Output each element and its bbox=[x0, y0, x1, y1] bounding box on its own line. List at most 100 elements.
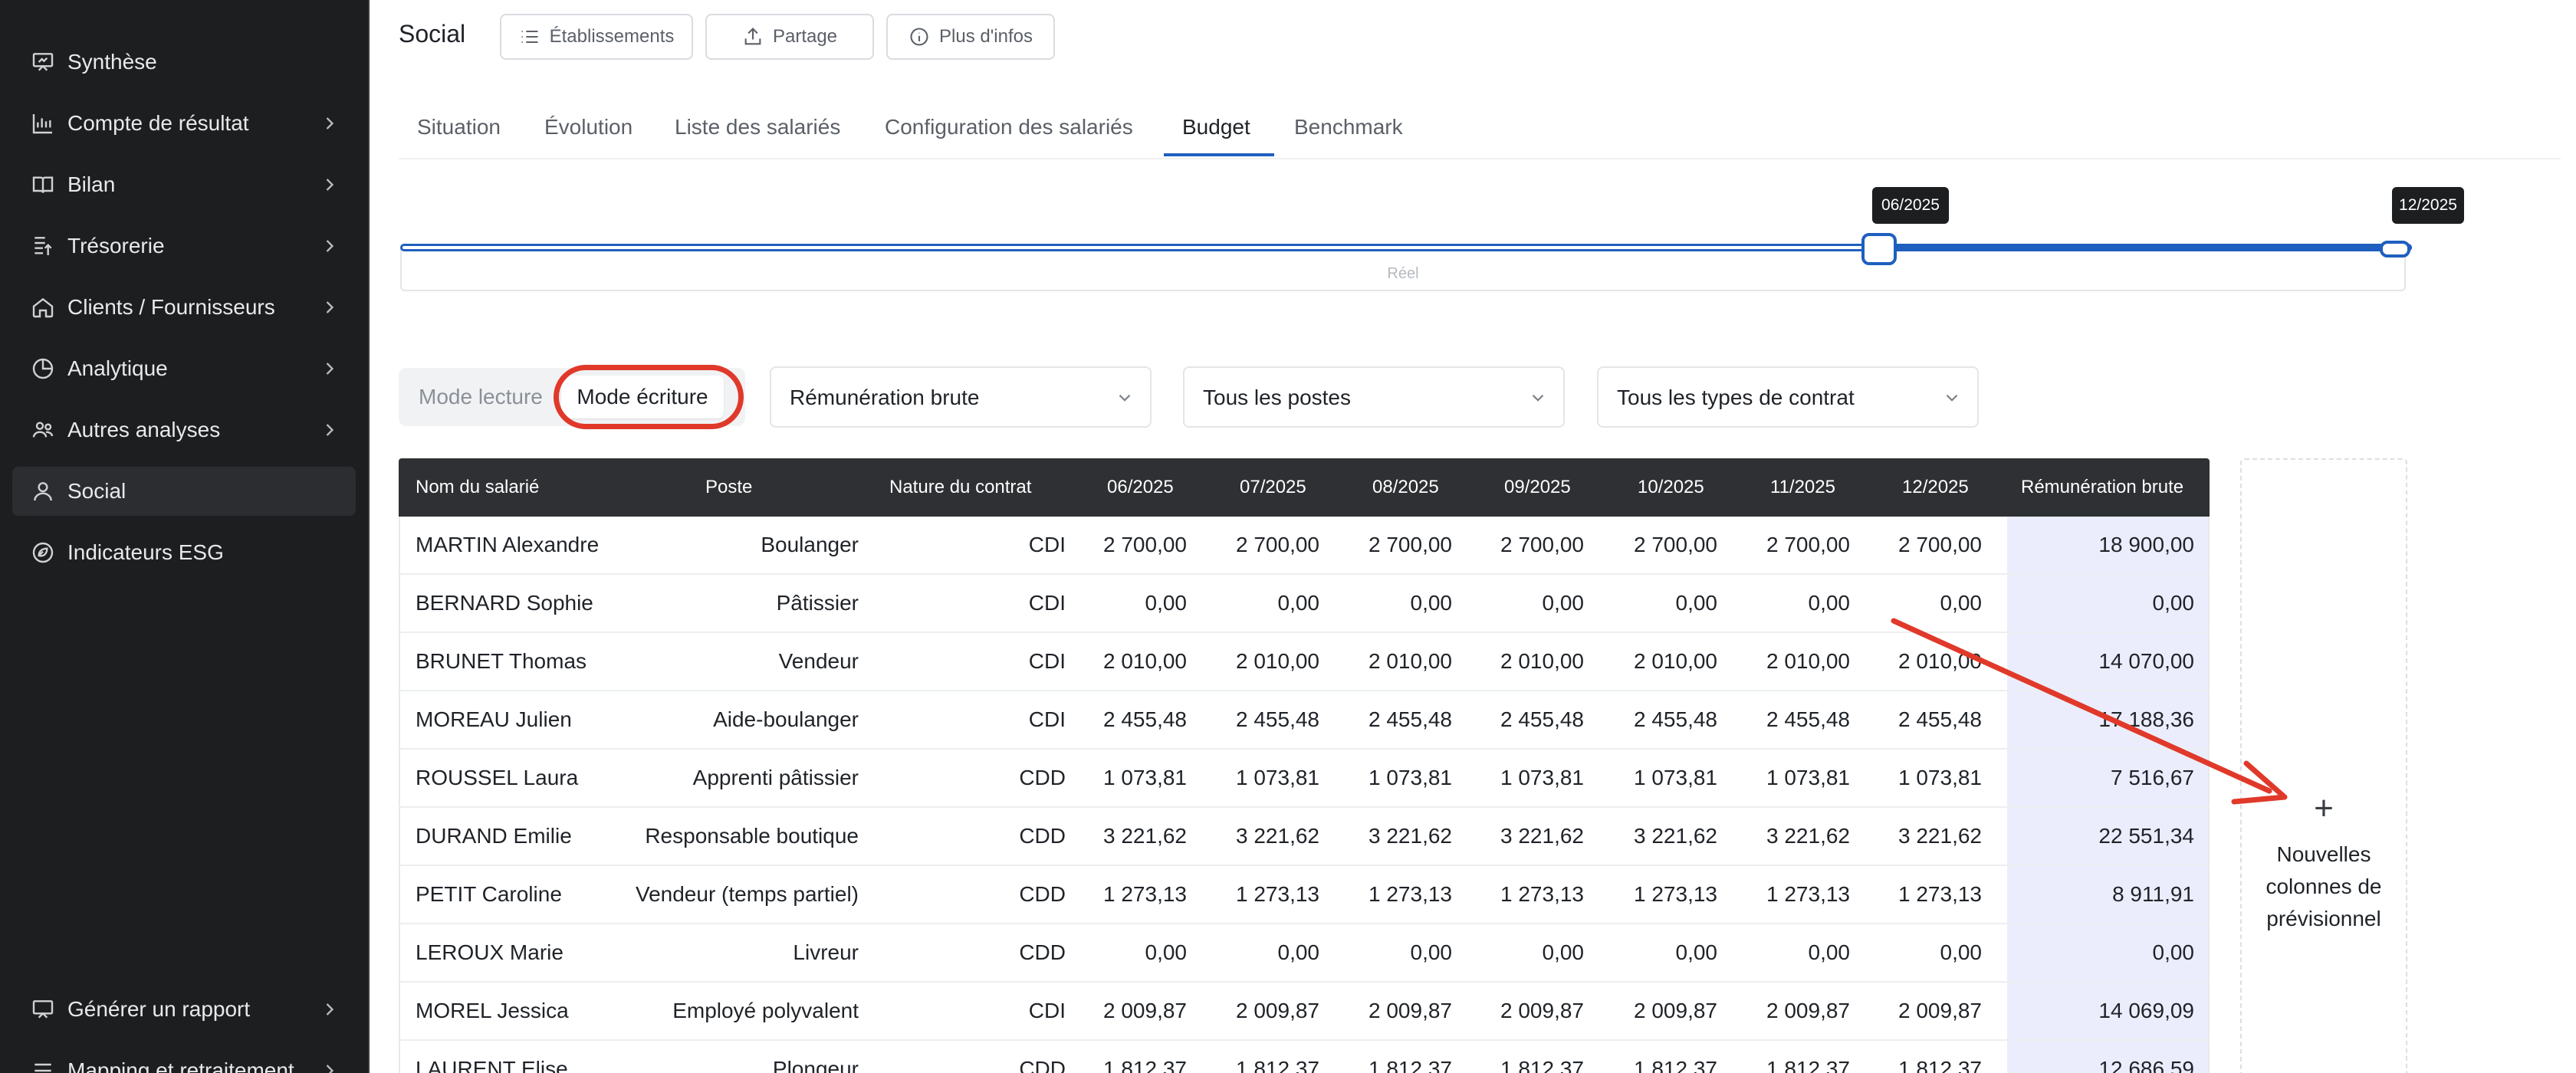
column-header-month[interactable]: 10/2025 bbox=[1638, 458, 1704, 517]
column-header-nom[interactable]: Nom du salarié bbox=[416, 458, 539, 517]
sidebar-item-clients-fournisseurs[interactable]: Clients / Fournisseurs bbox=[12, 283, 356, 332]
month-value-cell[interactable]: 2 455,48 bbox=[1103, 691, 1187, 748]
month-value-cell[interactable]: 1 273,13 bbox=[1368, 866, 1452, 923]
table-row[interactable]: MARTIN Alexandre Boulanger CDI 2 700,00 2 70… bbox=[399, 517, 2210, 575]
month-value-cell[interactable]: 0,00 bbox=[1278, 575, 1320, 632]
month-value-cell[interactable]: 2 010,00 bbox=[1766, 633, 1850, 690]
month-value-cell[interactable]: 2 700,00 bbox=[1898, 517, 1982, 573]
column-header-month[interactable]: 09/2025 bbox=[1504, 458, 1571, 517]
month-value-cell[interactable]: 1 273,13 bbox=[1634, 866, 1717, 923]
tab-evolution[interactable]: Évolution bbox=[544, 115, 632, 139]
mode-lecture-option[interactable]: Mode lecture bbox=[419, 368, 543, 426]
month-value-cell[interactable]: 0,00 bbox=[1543, 575, 1585, 632]
sidebar-item-social[interactable]: Social bbox=[12, 467, 356, 516]
month-value-cell[interactable]: 1 812,37 bbox=[1368, 1041, 1452, 1073]
month-value-cell[interactable]: 1 273,13 bbox=[1103, 866, 1187, 923]
sidebar-item-compte-de-resultat[interactable]: Compte de résultat bbox=[12, 99, 356, 148]
tab-situation[interactable]: Situation bbox=[417, 115, 501, 139]
sidebar-item-synthese[interactable]: Synthèse bbox=[12, 38, 356, 87]
month-value-cell[interactable]: 2 700,00 bbox=[1634, 517, 1717, 573]
month-value-cell[interactable]: 2 700,00 bbox=[1368, 517, 1452, 573]
column-header-contrat[interactable]: Nature du contrat bbox=[889, 458, 1031, 517]
month-value-cell[interactable]: 1 812,37 bbox=[1103, 1041, 1187, 1073]
month-value-cell[interactable]: 1 812,37 bbox=[1500, 1041, 1584, 1073]
column-header-month[interactable]: 06/2025 bbox=[1107, 458, 1174, 517]
poste-select[interactable]: Tous les postes bbox=[1183, 366, 1565, 428]
month-value-cell[interactable]: 0,00 bbox=[1543, 924, 1585, 981]
month-value-cell[interactable]: 1 073,81 bbox=[1103, 750, 1187, 806]
month-value-cell[interactable]: 0,00 bbox=[1676, 924, 1718, 981]
month-value-cell[interactable]: 2 009,87 bbox=[1368, 983, 1452, 1039]
month-value-cell[interactable]: 0,00 bbox=[1411, 575, 1453, 632]
month-value-cell[interactable]: 1 273,13 bbox=[1766, 866, 1850, 923]
tab-benchmark[interactable]: Benchmark bbox=[1294, 115, 1403, 139]
month-value-cell[interactable]: 2 009,87 bbox=[1103, 983, 1187, 1039]
month-value-cell[interactable]: 2 010,00 bbox=[1236, 633, 1319, 690]
sidebar-item-tresorerie[interactable]: Trésorerie bbox=[12, 221, 356, 271]
period-slider-end-handle[interactable] bbox=[2380, 241, 2410, 258]
table-row[interactable]: LEROUX Marie Livreur CDD 0,00 0,00 0,00 0,00 0,… bbox=[399, 924, 2210, 983]
month-value-cell[interactable]: 1 273,13 bbox=[1236, 866, 1319, 923]
month-value-cell[interactable]: 3 221,62 bbox=[1766, 808, 1850, 865]
table-row[interactable]: LAURENT Elise Plongeur CDD 1 812,37 1 812,37… bbox=[399, 1041, 2210, 1073]
month-value-cell[interactable]: 3 221,62 bbox=[1500, 808, 1584, 865]
month-value-cell[interactable]: 0,00 bbox=[1940, 924, 1983, 981]
month-value-cell[interactable]: 3 221,62 bbox=[1634, 808, 1717, 865]
month-value-cell[interactable]: 1 073,81 bbox=[1236, 750, 1319, 806]
sidebar-item-analytique[interactable]: Analytique bbox=[12, 344, 356, 393]
month-value-cell[interactable]: 2 010,00 bbox=[1500, 633, 1584, 690]
month-value-cell[interactable]: 2 009,87 bbox=[1634, 983, 1717, 1039]
month-value-cell[interactable]: 1 073,81 bbox=[1500, 750, 1584, 806]
metric-select[interactable]: Rémunération brute bbox=[770, 366, 1152, 428]
month-value-cell[interactable]: 3 221,62 bbox=[1236, 808, 1319, 865]
month-value-cell[interactable]: 1 073,81 bbox=[1634, 750, 1717, 806]
month-value-cell[interactable]: 2 700,00 bbox=[1766, 517, 1850, 573]
column-header-month[interactable]: 11/2025 bbox=[1770, 458, 1835, 517]
month-value-cell[interactable]: 2 700,00 bbox=[1103, 517, 1187, 573]
month-value-cell[interactable]: 2 455,48 bbox=[1766, 691, 1850, 748]
period-slider-start-handle[interactable] bbox=[1861, 233, 1897, 265]
month-value-cell[interactable]: 1 812,37 bbox=[1236, 1041, 1319, 1073]
month-value-cell[interactable]: 2 455,48 bbox=[1500, 691, 1584, 748]
column-header-poste[interactable]: Poste bbox=[705, 458, 752, 517]
month-value-cell[interactable]: 1 073,81 bbox=[1766, 750, 1850, 806]
sidebar-item-mapping[interactable]: Mapping et retraitement bbox=[12, 1046, 356, 1073]
column-header-month[interactable]: 08/2025 bbox=[1372, 458, 1439, 517]
month-value-cell[interactable]: 1 273,13 bbox=[1898, 866, 1982, 923]
month-value-cell[interactable]: 0,00 bbox=[1809, 924, 1851, 981]
plus-infos-button[interactable]: Plus d'infos bbox=[886, 14, 1055, 60]
tab-liste-salaries[interactable]: Liste des salariés bbox=[675, 115, 840, 139]
tab-budget[interactable]: Budget bbox=[1182, 115, 1250, 139]
month-value-cell[interactable]: 3 221,62 bbox=[1368, 808, 1452, 865]
month-value-cell[interactable]: 1 812,37 bbox=[1898, 1041, 1982, 1073]
month-value-cell[interactable]: 1 812,37 bbox=[1634, 1041, 1717, 1073]
month-value-cell[interactable]: 1 273,13 bbox=[1500, 866, 1584, 923]
table-row[interactable]: MOREL Jessica Employé polyvalent CDI 2 009,… bbox=[399, 983, 2210, 1041]
table-row[interactable]: DURAND Emilie Responsable boutique CDD 3 22… bbox=[399, 808, 2210, 866]
month-value-cell[interactable]: 1 812,37 bbox=[1766, 1041, 1850, 1073]
etablissements-button[interactable]: Établissements bbox=[500, 14, 693, 60]
month-value-cell[interactable]: 3 221,62 bbox=[1898, 808, 1982, 865]
month-value-cell[interactable]: 2 700,00 bbox=[1500, 517, 1584, 573]
month-value-cell[interactable]: 2 009,87 bbox=[1898, 983, 1982, 1039]
month-value-cell[interactable]: 2 700,00 bbox=[1236, 517, 1319, 573]
sidebar-item-bilan[interactable]: Bilan bbox=[12, 160, 356, 209]
sidebar-item-indicateurs-esg[interactable]: Indicateurs ESG bbox=[12, 528, 356, 577]
month-value-cell[interactable]: 0,00 bbox=[1809, 575, 1851, 632]
month-value-cell[interactable]: 0,00 bbox=[1676, 575, 1718, 632]
month-value-cell[interactable]: 1 073,81 bbox=[1368, 750, 1452, 806]
table-row[interactable]: PETIT Caroline Vendeur (temps partiel) CDD… bbox=[399, 866, 2210, 924]
month-value-cell[interactable]: 2 455,48 bbox=[1634, 691, 1717, 748]
month-value-cell[interactable]: 2 010,00 bbox=[1103, 633, 1187, 690]
column-header-total[interactable]: Rémunération brute bbox=[2021, 458, 2183, 517]
month-value-cell[interactable]: 2 010,00 bbox=[1368, 633, 1452, 690]
month-value-cell[interactable]: 2 010,00 bbox=[1634, 633, 1717, 690]
month-value-cell[interactable]: 2 455,48 bbox=[1368, 691, 1452, 748]
tab-configuration-salaries[interactable]: Configuration des salariés bbox=[885, 115, 1133, 139]
month-value-cell[interactable]: 2 009,87 bbox=[1236, 983, 1319, 1039]
column-header-month[interactable]: 12/2025 bbox=[1902, 458, 1969, 517]
month-value-cell[interactable]: 0,00 bbox=[1278, 924, 1320, 981]
month-value-cell[interactable]: 0,00 bbox=[1145, 575, 1188, 632]
partage-button[interactable]: Partage bbox=[705, 14, 874, 60]
contrat-select[interactable]: Tous les types de contrat bbox=[1597, 366, 1979, 428]
